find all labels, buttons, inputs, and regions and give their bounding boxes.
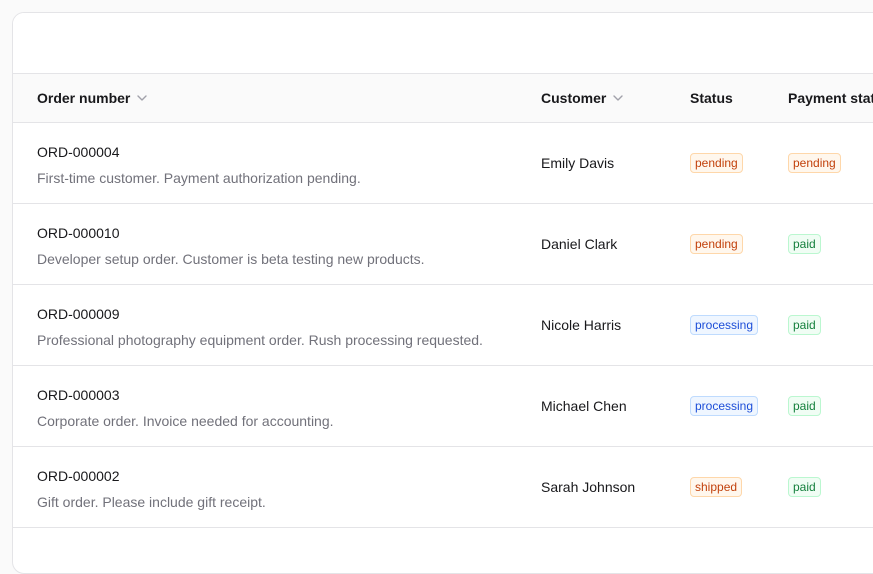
order-note: Gift order. Please include gift receipt. (37, 494, 266, 510)
payment-status-badge: paid (788, 234, 821, 254)
column-header-label: Customer (541, 90, 607, 106)
table-header: Order number Customer Status Payment sta… (13, 74, 873, 123)
column-header-label: Payment status (788, 90, 873, 106)
orders-table-card: Order number Customer Status Payment sta… (12, 12, 873, 574)
order-number[interactable]: ORD-000003 (37, 386, 334, 404)
table-row[interactable]: ORD-000010 Developer setup order. Custom… (13, 204, 873, 285)
table-row[interactable]: ORD-000004 First-time customer. Payment … (13, 123, 873, 204)
status-badge: processing (690, 315, 759, 335)
column-header-label: Status (690, 90, 733, 106)
payment-status-badge: paid (788, 315, 821, 335)
customer-name: Nicole Harris (541, 317, 622, 333)
column-header-customer[interactable]: Customer (541, 74, 624, 122)
order-number[interactable]: ORD-000009 (37, 305, 483, 323)
table-row[interactable]: ORD-000002 Gift order. Please include gi… (13, 447, 873, 528)
column-header-label: Order number (37, 90, 131, 106)
chevron-down-icon (137, 95, 148, 101)
customer-name: Michael Chen (541, 398, 627, 414)
order-note: Professional photography equipment order… (37, 332, 483, 348)
table-toolbar (13, 13, 873, 74)
order-note: First-time customer. Payment authorizati… (37, 170, 361, 186)
status-badge: pending (690, 153, 743, 173)
status-badge: processing (690, 396, 759, 416)
order-number[interactable]: ORD-000010 (37, 224, 425, 242)
customer-name: Daniel Clark (541, 236, 618, 252)
order-cell: ORD-000009 Professional photography equi… (37, 305, 483, 349)
order-number[interactable]: ORD-000004 (37, 143, 361, 161)
customer-name: Sarah Johnson (541, 479, 636, 495)
payment-status-badge: pending (788, 153, 841, 173)
order-note: Corporate order. Invoice needed for acco… (37, 413, 334, 429)
order-cell: ORD-000004 First-time customer. Payment … (37, 143, 361, 187)
table-row[interactable]: ORD-000003 Corporate order. Invoice need… (13, 366, 873, 447)
column-header-payment-status[interactable]: Payment status (788, 74, 873, 122)
order-number[interactable]: ORD-000002 (37, 467, 266, 485)
chevron-down-icon (613, 95, 624, 101)
customer-name: Emily Davis (541, 155, 615, 171)
order-cell: ORD-000002 Gift order. Please include gi… (37, 467, 266, 511)
table-row[interactable]: ORD-000009 Professional photography equi… (13, 285, 873, 366)
status-badge: pending (690, 234, 743, 254)
payment-status-badge: paid (788, 396, 821, 416)
order-cell: ORD-000003 Corporate order. Invoice need… (37, 386, 334, 430)
column-header-status[interactable]: Status (690, 74, 733, 122)
order-note: Developer setup order. Customer is beta … (37, 251, 425, 267)
column-header-order-number[interactable]: Order number (37, 74, 148, 122)
status-badge: shipped (690, 477, 743, 497)
order-cell: ORD-000010 Developer setup order. Custom… (37, 224, 425, 268)
payment-status-badge: paid (788, 477, 821, 497)
